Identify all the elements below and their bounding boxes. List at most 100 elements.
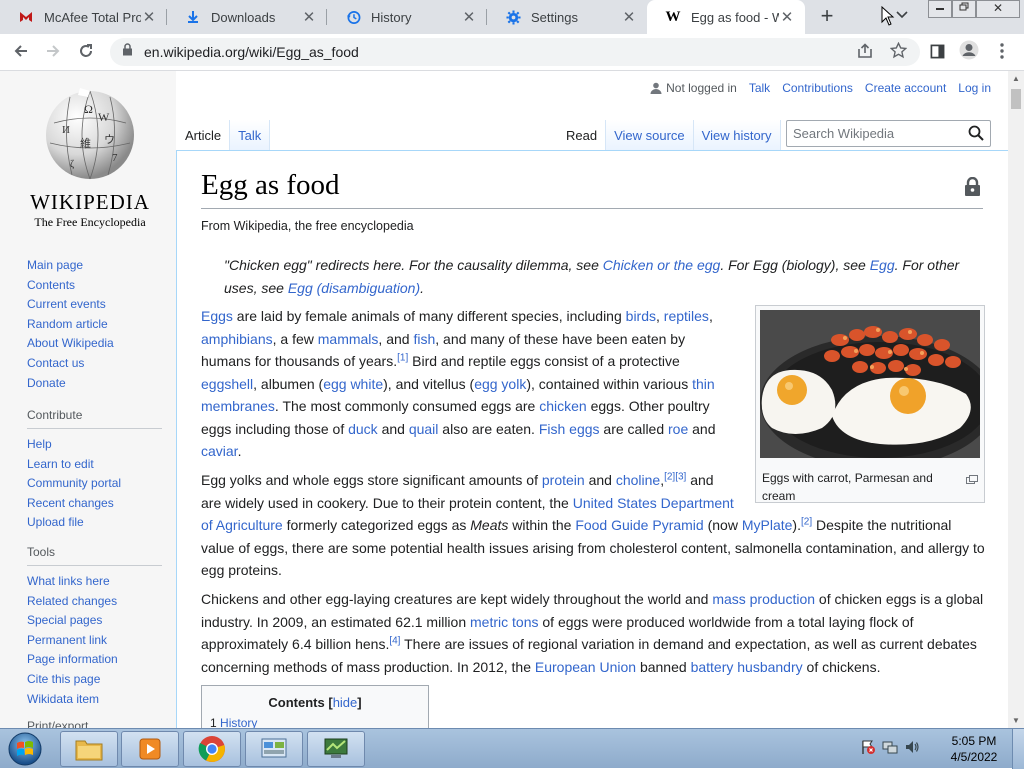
personal-talk-link[interactable]: Talk bbox=[749, 81, 770, 95]
toc-hide-link[interactable]: hide bbox=[333, 695, 358, 710]
toc-item-1[interactable]: 1 History bbox=[202, 710, 428, 728]
forward-button[interactable] bbox=[40, 40, 66, 66]
link-chicken-or-the-egg[interactable]: Chicken or the egg bbox=[603, 257, 721, 273]
link-reptiles[interactable]: reptiles bbox=[664, 308, 709, 324]
profile-avatar-icon[interactable] bbox=[956, 40, 982, 66]
link-birds[interactable]: birds bbox=[626, 308, 656, 324]
address-bar[interactable]: en.wikipedia.org/wiki/Egg_as_food bbox=[110, 38, 920, 66]
scroll-up-arrow-icon[interactable]: ▲ bbox=[1012, 74, 1020, 83]
nav-help[interactable]: Help bbox=[27, 435, 162, 455]
nav-contents[interactable]: Contents bbox=[27, 276, 162, 296]
citation-1[interactable]: [1] bbox=[397, 352, 408, 363]
link-duck[interactable]: duck bbox=[348, 421, 378, 437]
link-metric-tons[interactable]: metric tons bbox=[470, 614, 538, 630]
close-tab-icon[interactable]: ✕ bbox=[141, 8, 157, 26]
nav-main-page[interactable]: Main page bbox=[27, 256, 162, 276]
taskbar-control-panel[interactable] bbox=[245, 731, 303, 767]
link-chicken[interactable]: chicken bbox=[539, 398, 586, 414]
nav-learn-to-edit[interactable]: Learn to edit bbox=[27, 455, 162, 475]
nav-about[interactable]: About Wikipedia bbox=[27, 334, 162, 354]
log-in-link[interactable]: Log in bbox=[958, 81, 991, 95]
link-fish-eggs[interactable]: Fish eggs bbox=[539, 421, 600, 437]
nav-upload-file[interactable]: Upload file bbox=[27, 513, 162, 533]
eggs-photo[interactable] bbox=[760, 310, 996, 468]
tab-egg-as-food[interactable]: W Egg as food - Wik ✕ bbox=[647, 0, 805, 34]
nav-page-information[interactable]: Page information bbox=[27, 650, 162, 670]
maximize-button[interactable] bbox=[952, 0, 976, 18]
nav-related-changes[interactable]: Related changes bbox=[27, 592, 162, 612]
contributions-link[interactable]: Contributions bbox=[782, 81, 853, 95]
reload-button[interactable] bbox=[73, 40, 99, 66]
taskbar-file-explorer[interactable] bbox=[60, 731, 118, 767]
nav-donate[interactable]: Donate bbox=[27, 374, 162, 394]
close-tab-icon[interactable]: ✕ bbox=[301, 8, 317, 26]
link-roe[interactable]: roe bbox=[668, 421, 688, 437]
nav-wikidata-item[interactable]: Wikidata item bbox=[27, 690, 162, 710]
back-button[interactable] bbox=[8, 40, 34, 66]
link-mass-production[interactable]: mass production bbox=[712, 591, 815, 607]
tab-talk[interactable]: Talk bbox=[230, 120, 271, 150]
url-text[interactable]: en.wikipedia.org/wiki/Egg_as_food bbox=[144, 44, 359, 60]
link-european-union[interactable]: European Union bbox=[535, 659, 636, 675]
nav-permanent-link[interactable]: Permanent link bbox=[27, 631, 162, 651]
link-eggs[interactable]: Eggs bbox=[201, 308, 233, 324]
lock-icon[interactable] bbox=[122, 43, 134, 61]
link-egg-white[interactable]: egg white bbox=[323, 376, 383, 392]
tab-article[interactable]: Article bbox=[177, 120, 231, 150]
link-protein[interactable]: protein bbox=[542, 472, 585, 488]
scroll-down-arrow-icon[interactable]: ▼ bbox=[1012, 716, 1020, 725]
link-mammals[interactable]: mammals bbox=[318, 331, 379, 347]
share-icon[interactable] bbox=[852, 40, 878, 66]
tab-read[interactable]: Read bbox=[558, 120, 607, 150]
link-battery-husbandry[interactable]: battery husbandry bbox=[691, 659, 803, 675]
taskbar-chrome[interactable] bbox=[183, 731, 241, 767]
tab-mcafee[interactable]: McAfee Total Prot ✕ bbox=[0, 0, 167, 34]
enlarge-icon[interactable] bbox=[966, 471, 978, 489]
new-tab-button[interactable]: + bbox=[814, 4, 840, 30]
link-egg-yolk[interactable]: egg yolk bbox=[474, 376, 526, 392]
citation-2[interactable]: [2] bbox=[801, 516, 812, 527]
show-desktop-button[interactable] bbox=[1012, 729, 1024, 769]
nav-current-events[interactable]: Current events bbox=[27, 295, 162, 315]
side-panel-icon[interactable] bbox=[924, 40, 950, 66]
taskbar-network-app[interactable] bbox=[307, 731, 365, 767]
wikipedia-logo[interactable]: Ω W И 維 ウ 7 ζ WIKIPEDIA The Free Encyclo… bbox=[28, 83, 152, 230]
close-tab-icon[interactable]: ✕ bbox=[621, 8, 637, 26]
nav-contact[interactable]: Contact us bbox=[27, 354, 162, 374]
close-tab-icon[interactable]: ✕ bbox=[461, 8, 477, 26]
system-clock[interactable]: 5:05 PM 4/5/2022 bbox=[944, 733, 1004, 765]
link-myplate[interactable]: MyPlate bbox=[742, 517, 793, 533]
link-amphibians[interactable]: amphibians bbox=[201, 331, 273, 347]
nav-recent-changes[interactable]: Recent changes bbox=[27, 494, 162, 514]
bookmark-star-icon[interactable] bbox=[885, 40, 911, 66]
link-egg-disambiguation[interactable]: Egg (disambiguation) bbox=[288, 280, 420, 296]
link-caviar[interactable]: caviar bbox=[201, 443, 238, 459]
tab-view-history[interactable]: View history bbox=[693, 120, 781, 150]
close-window-button[interactable]: ✕ bbox=[976, 0, 1020, 18]
link-quail[interactable]: quail bbox=[409, 421, 439, 437]
nav-special-pages[interactable]: Special pages bbox=[27, 611, 162, 631]
volume-icon[interactable] bbox=[904, 739, 920, 760]
tab-settings[interactable]: Settings ✕ bbox=[487, 0, 647, 34]
taskbar-media-player[interactable] bbox=[121, 731, 179, 767]
link-food-guide-pyramid[interactable]: Food Guide Pyramid bbox=[575, 517, 703, 533]
close-tab-icon[interactable]: ✕ bbox=[779, 8, 795, 26]
link-eggshell[interactable]: eggshell bbox=[201, 376, 253, 392]
nav-cite-this-page[interactable]: Cite this page bbox=[27, 670, 162, 690]
tab-downloads[interactable]: Downloads ✕ bbox=[167, 0, 327, 34]
menu-kebab-icon[interactable] bbox=[989, 40, 1015, 66]
link-fish[interactable]: fish bbox=[413, 331, 435, 347]
action-center-flag-icon[interactable] bbox=[860, 739, 876, 760]
tab-view-source[interactable]: View source bbox=[606, 120, 694, 150]
minimize-button[interactable] bbox=[928, 0, 952, 18]
search-icon[interactable] bbox=[968, 125, 984, 144]
protection-lock-icon[interactable] bbox=[964, 176, 981, 202]
network-icon[interactable] bbox=[882, 739, 898, 760]
citation-2-3[interactable]: [2][3] bbox=[664, 471, 686, 482]
wiki-search-input[interactable]: Search Wikipedia bbox=[786, 120, 991, 147]
start-button[interactable] bbox=[6, 731, 44, 767]
nav-community-portal[interactable]: Community portal bbox=[27, 474, 162, 494]
page-scrollbar[interactable]: ▲ ▼ bbox=[1008, 71, 1024, 728]
create-account-link[interactable]: Create account bbox=[865, 81, 946, 95]
link-egg[interactable]: Egg bbox=[870, 257, 895, 273]
